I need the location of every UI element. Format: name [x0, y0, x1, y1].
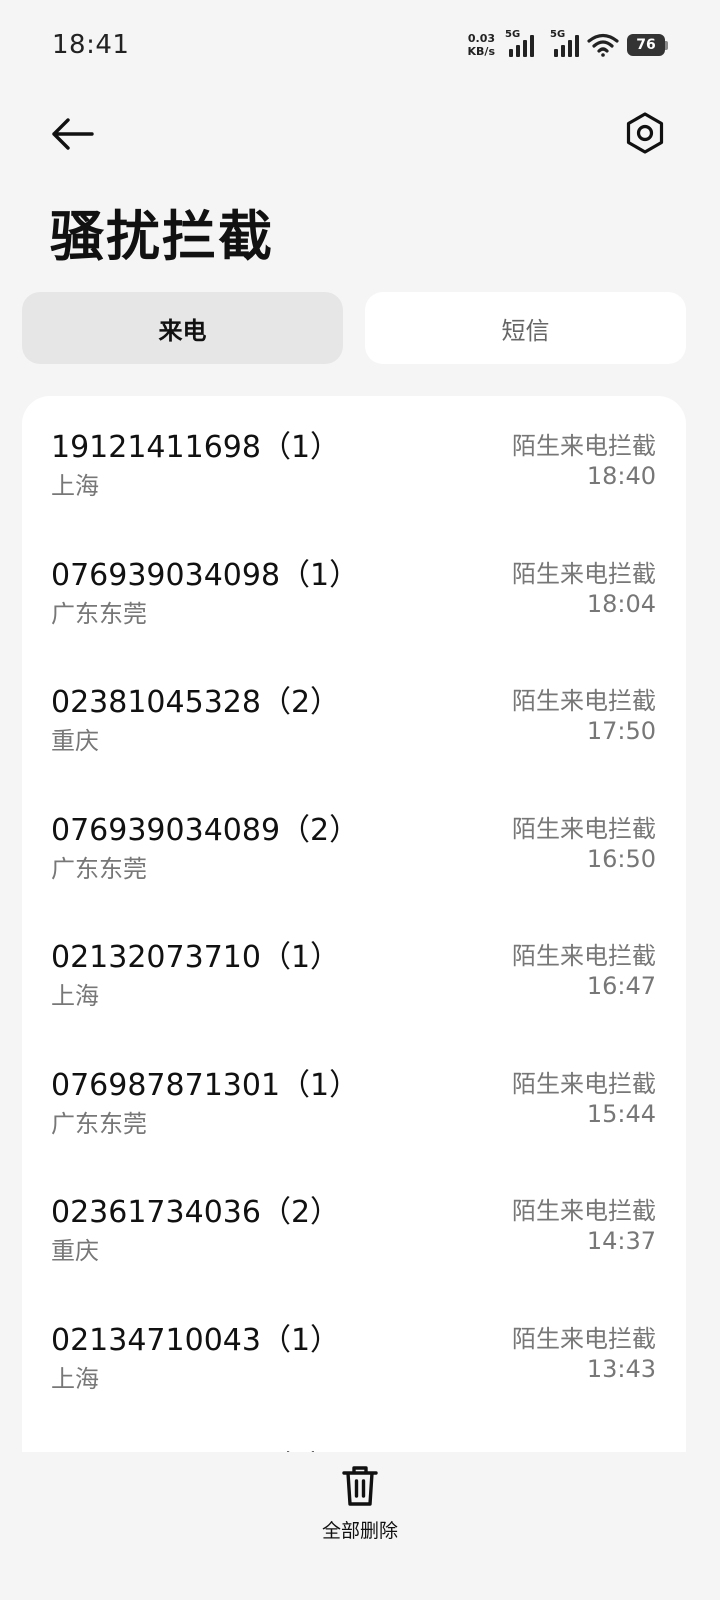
back-arrow-icon [52, 118, 94, 150]
network-speed: 0.03 KB/s [468, 32, 495, 58]
phone-number: 02132073709（1） [51, 1442, 340, 1452]
phone-number: 02361734036（2） [51, 1195, 341, 1230]
list-item[interactable]: 076987871301（1） 广东东莞 陌生来电拦截 15:44 [22, 1034, 686, 1162]
battery-icon: 76 [627, 34, 668, 56]
list-item[interactable]: 02132073709（1） 陌生来电拦截 [22, 1416, 686, 1452]
caller-location: 重庆 [51, 1237, 99, 1265]
block-type: 陌生来电拦截 [512, 814, 656, 843]
signal-2-icon: 5G [550, 29, 579, 57]
caller-location: 上海 [51, 1364, 99, 1393]
tab-bar: 来电 短信 [22, 292, 686, 364]
list-item[interactable]: 076939034089（2） 广东东莞 陌生来电拦截 16:50 [22, 779, 686, 907]
status-time: 18:41 [52, 30, 130, 60]
caller-location: 重庆 [51, 727, 99, 755]
signal-1-icon: 5G [505, 29, 534, 57]
trash-icon [342, 1466, 378, 1506]
wifi-icon [587, 33, 619, 57]
signal-2-label: 5G [550, 29, 566, 40]
block-type: 陌生来电拦截 [512, 432, 656, 460]
list-item[interactable]: 02132073710（1） 上海 陌生来电拦截 16:47 [22, 906, 686, 1034]
page-title: 骚扰拦截 [50, 205, 274, 268]
phone-number: 02132073710（1） [51, 940, 341, 975]
bottom-action-bar: 全部删除 [0, 1452, 720, 1600]
settings-gear-icon [626, 112, 664, 154]
call-time: 15:44 [586, 1099, 656, 1128]
call-time: 16:47 [586, 972, 656, 1000]
list-item[interactable]: 19121411698（1） 上海 陌生来电拦截 18:40 [22, 396, 686, 524]
phone-number: 02381045328（2） [51, 685, 341, 720]
tab-calls[interactable]: 来电 [22, 292, 343, 364]
status-icons: 0.03 KB/s 5G 5G 76 [468, 28, 668, 62]
phone-number: 02134710043（1） [51, 1322, 341, 1358]
block-type: 陌生来电拦截 [512, 687, 656, 715]
network-speed-value: 0.03 [467, 32, 495, 45]
call-time: 13:43 [586, 1354, 656, 1383]
signal-1-label: 5G [505, 29, 521, 40]
block-type: 陌生来电拦截 [512, 1197, 656, 1225]
call-time: 18:04 [586, 589, 656, 618]
phone-number: 19121411698（1） [51, 430, 341, 465]
list-item[interactable]: 02381045328（2） 重庆 陌生来电拦截 17:50 [22, 651, 686, 779]
caller-location: 广东东莞 [51, 1109, 147, 1138]
call-time: 17:50 [586, 717, 656, 745]
battery-level: 76 [627, 34, 665, 56]
call-time: 14:37 [586, 1227, 656, 1255]
tab-messages[interactable]: 短信 [365, 292, 686, 364]
block-type: 陌生来电拦截 [512, 1324, 656, 1353]
status-bar: 18:41 0.03 KB/s 5G 5G 76 [0, 0, 720, 92]
caller-location: 上海 [51, 982, 99, 1010]
list-item[interactable]: 02361734036（2） 重庆 陌生来电拦截 14:37 [22, 1161, 686, 1289]
delete-all-label: 全部删除 [321, 1520, 398, 1542]
phone-number: 076939034098（1） [51, 557, 360, 593]
list-item[interactable]: 076939034098（1） 广东东莞 陌生来电拦截 18:04 [22, 524, 686, 652]
block-type: 陌生来电拦截 [512, 1069, 656, 1098]
block-type: 陌生来电拦截 [512, 942, 656, 970]
blocked-calls-list: 19121411698（1） 上海 陌生来电拦截 18:40 076939034… [22, 396, 686, 1452]
back-button[interactable] [44, 110, 100, 158]
delete-all-button[interactable]: 全部删除 [300, 1464, 420, 1554]
call-time: 16:50 [586, 844, 656, 873]
caller-location: 广东东莞 [51, 599, 147, 628]
phone-number: 076987871301（1） [51, 1067, 360, 1103]
phone-number: 076939034089（2） [51, 812, 360, 848]
settings-button[interactable] [622, 110, 668, 156]
caller-location: 广东东莞 [51, 854, 147, 883]
caller-location: 上海 [51, 472, 99, 500]
call-time: 18:40 [586, 462, 656, 490]
list-item[interactable]: 02134710043（1） 上海 陌生来电拦截 13:43 [22, 1289, 686, 1417]
block-type: 陌生来电拦截 [512, 559, 656, 588]
network-speed-unit: KB/s [467, 45, 495, 58]
